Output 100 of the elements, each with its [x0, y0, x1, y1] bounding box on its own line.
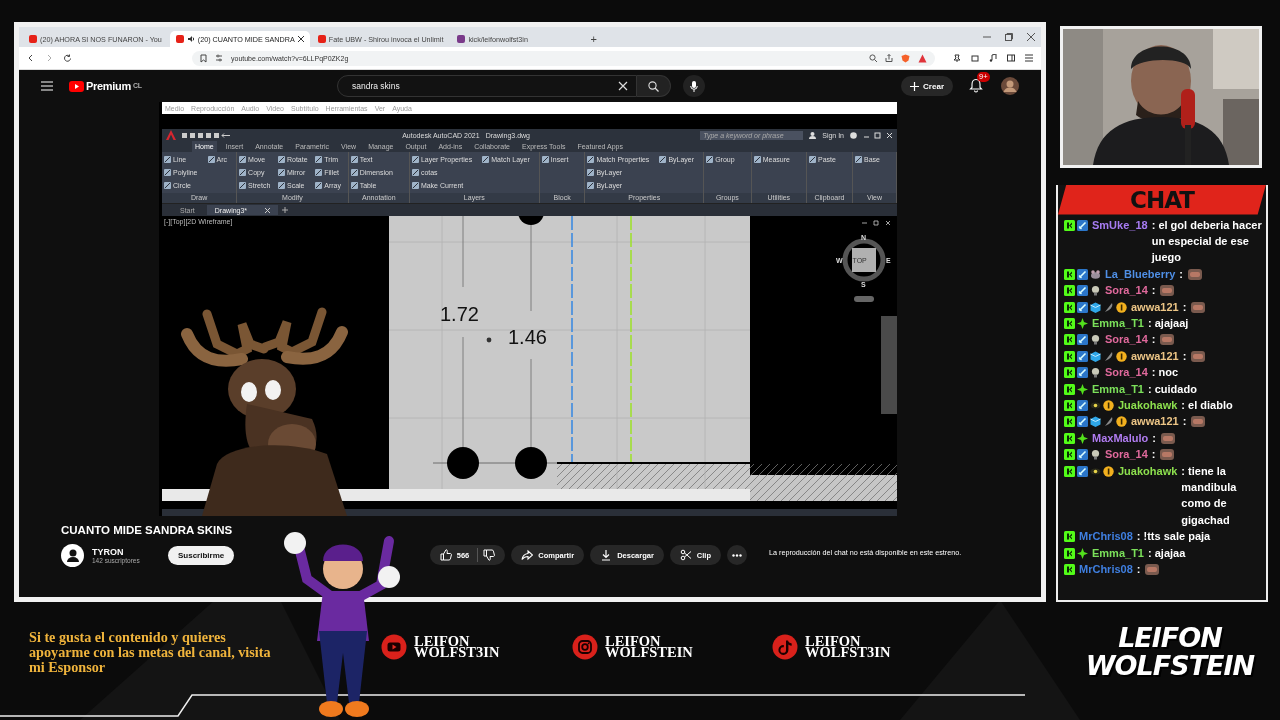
chat-username[interactable]: Sora_14: [1105, 282, 1148, 299]
chat-separator: :: [1152, 430, 1156, 446]
social-handle: LEIFON: [805, 636, 862, 647]
channel-name[interactable]: TYRON: [92, 546, 168, 557]
social-handle: LEIFON: [605, 636, 662, 647]
zoom-icon[interactable]: [869, 54, 877, 62]
chat-username[interactable]: MaxMalulo: [1092, 429, 1149, 447]
share-icon[interactable]: [885, 54, 893, 62]
tool-icon: [587, 169, 595, 176]
tool-icon: [239, 169, 247, 176]
tool-icon: [350, 169, 358, 176]
square-badge-icon: [1064, 449, 1075, 461]
speaker-icon: [186, 35, 195, 43]
chat-separator: :: [1179, 266, 1183, 282]
thumbs-up-icon: [439, 549, 452, 561]
tool-icon: [587, 156, 595, 163]
window-controls-icon[interactable]: [863, 131, 893, 139]
tool-icon: [207, 156, 215, 163]
chat-username[interactable]: Sora_14: [1105, 446, 1148, 463]
puzzle-icon[interactable]: [971, 54, 979, 62]
channel-avatar[interactable]: [61, 543, 84, 567]
quick-access-icon: [182, 131, 232, 139]
chat-separator: :: [1151, 447, 1156, 463]
thumbs-down-icon: [483, 549, 496, 561]
tool-icon: [411, 169, 419, 176]
chat-username[interactable]: Sora_14: [1105, 364, 1148, 381]
logo-text: WOLFSTEIN: [1085, 652, 1255, 680]
chat-username[interactable]: awwa121: [1131, 298, 1179, 315]
microphone-button[interactable]: [683, 75, 705, 97]
chat-header: CHAT: [1058, 184, 1266, 215]
site-info-icon[interactable]: [215, 54, 223, 62]
emote-icon: [1159, 431, 1176, 445]
reload-icon[interactable]: [63, 53, 72, 63]
music-icon[interactable]: [989, 54, 997, 62]
sidebar-icon[interactable]: [1007, 54, 1015, 62]
more-button[interactable]: [727, 545, 747, 565]
square-badge-icon: [1064, 547, 1075, 559]
clear-icon[interactable]: [618, 81, 628, 91]
chat-username[interactable]: Emma_T1: [1092, 314, 1144, 332]
back-icon[interactable]: [27, 54, 35, 62]
chat-username[interactable]: Emma_T1: [1092, 544, 1144, 562]
plus-icon[interactable]: [282, 207, 289, 213]
chat-username[interactable]: MrChris08: [1079, 561, 1133, 578]
chat-username[interactable]: La_Blueberry: [1105, 265, 1176, 283]
triangle-icon[interactable]: [918, 53, 927, 63]
square-badge-icon: [1064, 531, 1075, 543]
chat-username[interactable]: MrChris08: [1079, 528, 1133, 545]
social-handle: WOLFST3IN: [414, 647, 500, 658]
pin-icon[interactable]: [953, 54, 961, 62]
search-button[interactable]: [637, 75, 671, 97]
social-handle: WOLFSTEIN: [605, 647, 693, 658]
square-badge-icon: [1064, 564, 1075, 576]
emote-icon: [1159, 448, 1176, 462]
new-tab-button[interactable]: +: [587, 33, 600, 45]
chat-message: : tiene la mandibula como de gigachad: [1181, 463, 1238, 528]
cube-badge-icon: [1090, 350, 1101, 362]
subscribe-button[interactable]: Suscribirme: [168, 545, 235, 565]
bookmark-icon[interactable]: [200, 53, 207, 63]
close-icon[interactable]: [1027, 33, 1035, 41]
restore-icon[interactable]: [1005, 33, 1013, 41]
chat-username[interactable]: Sora_14: [1105, 331, 1148, 348]
square-badge-icon: [1064, 416, 1075, 428]
create-button[interactable]: Crear: [901, 76, 953, 96]
square-badge-icon: [1064, 432, 1075, 444]
support-message: Si te gusta el contenido y quieres apoyarme con las metas del canal, visita mi Esponsor: [29, 630, 272, 675]
avatar-icon[interactable]: [1001, 77, 1019, 95]
search-field[interactable]: sandra skins: [337, 75, 637, 97]
cube-badge-icon: [1090, 301, 1101, 313]
chat-separator: :: [1182, 348, 1187, 364]
coin-badge-icon: [1103, 400, 1114, 411]
chat-message: : el gol deberia hacer un especial de ese juego: [1151, 217, 1263, 266]
chat-username[interactable]: Emma_T1: [1092, 380, 1144, 397]
bell-icon[interactable]: [969, 78, 983, 93]
chat-username[interactable]: Juakohawk: [1118, 397, 1178, 414]
chat-username[interactable]: awwa121: [1131, 347, 1179, 365]
social-handle: WOLFST3IN: [805, 647, 891, 658]
chat-username[interactable]: SmUke_18: [1092, 216, 1148, 233]
tool-icon: [277, 182, 285, 189]
shield-icon[interactable]: [901, 53, 910, 63]
site-icon: [29, 35, 37, 43]
camera-icon: [572, 634, 598, 660]
close-icon[interactable]: [297, 36, 304, 42]
dimension-label: 1.72: [440, 303, 479, 325]
bulb-badge-icon: [1090, 334, 1101, 346]
search-icon: [648, 80, 659, 92]
microphone-icon: [690, 80, 698, 92]
tool-icon: [164, 156, 171, 163]
coin-badge-icon: [1116, 350, 1127, 362]
chat-username[interactable]: Juakohawk: [1118, 462, 1178, 479]
chat-username[interactable]: awwa121: [1131, 413, 1179, 430]
tool-icon: [277, 169, 285, 176]
coin-badge-icon: [1116, 416, 1127, 428]
tool-icon: [706, 156, 714, 163]
silhouette-icon: [65, 548, 80, 562]
chat-message: : !tts sale paja: [1136, 529, 1212, 545]
tool-icon: [277, 156, 285, 163]
tool-icon: [482, 156, 490, 163]
tool-icon: [587, 182, 595, 189]
star-badge-icon: [1077, 547, 1088, 559]
menu-icon[interactable]: [1025, 54, 1033, 62]
